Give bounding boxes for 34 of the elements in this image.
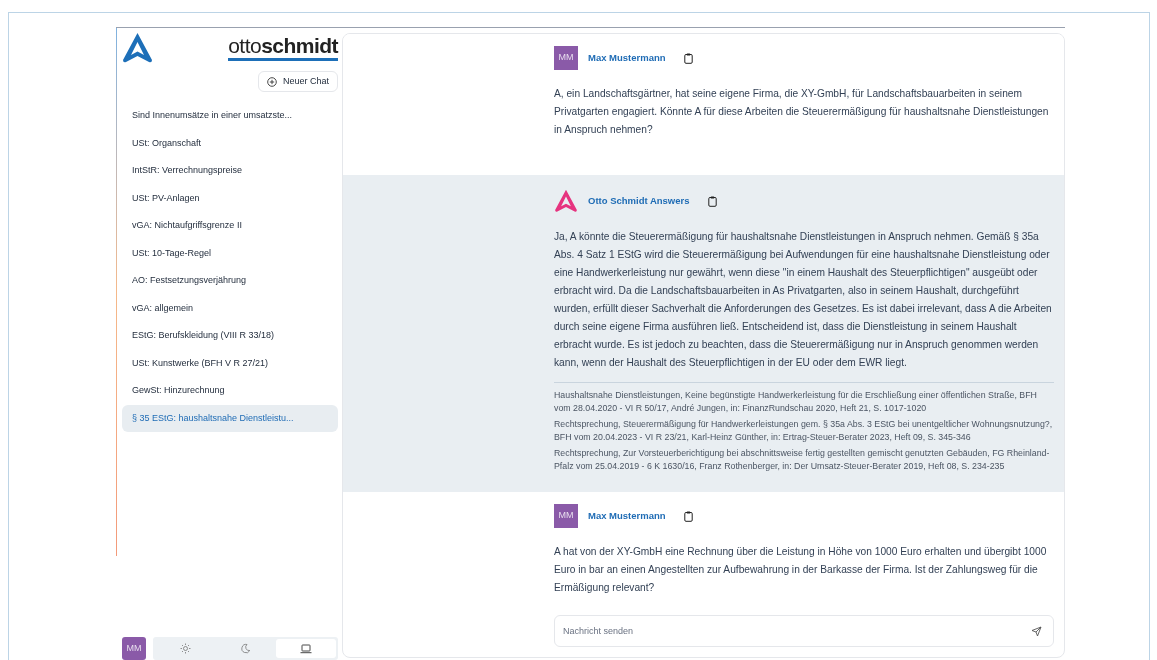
author-name: Max Mustermann xyxy=(588,50,666,65)
author-name: Max Mustermann xyxy=(588,508,666,523)
chat-history-item[interactable]: GewSt: Hinzurechnung xyxy=(122,377,338,405)
chat-history-item[interactable]: AO: Festsetzungsverjährung xyxy=(122,267,338,295)
chat-history-item[interactable]: USt: Kunstwerke (BFH V R 27/21) xyxy=(122,350,338,377)
chat-history-item[interactable]: § 35 EStG: haushaltsnahe Dienstleistu... xyxy=(122,405,338,432)
author-name: Otto Schmidt Answers xyxy=(588,193,690,208)
send-icon[interactable] xyxy=(1031,626,1042,637)
chat-history-item[interactable]: USt: Organschaft xyxy=(122,130,338,157)
source-citation[interactable]: Haushaltsnahe Dienstleistungen, Keine begünstigte Handwerkerleistung für die Erschließung einer öffentlichen Straße, BFH vom 28.04.2020 - VI R 50/17, André Jungen, in: FinanzRundschau 2020, Heft 21, S. 1017-1020 xyxy=(554,389,1054,414)
plus-circle-icon xyxy=(266,76,277,87)
brand-wordmark: ottoschmidt xyxy=(228,35,338,61)
chat-history-item[interactable]: vGA: Nichtaufgriffsgrenze II xyxy=(122,212,338,240)
source-citation[interactable]: Rechtsprechung, Steuerermäßigung für Handwerkerleistungen gem. § 35a Abs. 3 EStG bei unentgeltlicher Wohnungsnutzung?, BFH vom 20.04.2023 - VI R 23/21, Karl-Heinz Günther, in: Ertrag-Steuer-Berater 2023, Heft 09, S. 345-346 xyxy=(554,418,1054,443)
message-input[interactable]: Nachricht senden xyxy=(554,615,1054,647)
new-chat-button[interactable]: Neuer Chat xyxy=(257,71,338,92)
message-text: Ja, A könnte die Steuerermäßigung für haushaltsnahe Dienstleistungen in Anspruch nehmen. Gemäß § 35a Abs. 4 Satz 1 EStG wird die Steuerermäßigung bei Aufwendungen für eine haushaltsnahe Dienstleistung oder eine Handwerkerleistung nur gewährt, wenn diese "in einem Haushalt des Steuerpflichtigen" ausgeübt oder erbracht wird. Da die Landschaftsbauarbeiten in As Privatgarten, also in seinem Haushalt, durchgeführt wurden, erfüllt dieser Sachverhalt die Anforderungen des Gesetzes. Es ist dabei irrelevant, dass A die Arbeiten durch seine eigene Firma ausführen ließ. Entscheidend ist, dass die Dienstleistung in seinem Haushalt erbracht wurde. Es ist jedoch zu beachten, dass die Steuerermäßigung nur in Anspruch genommen werden kann, wenn der Haushalt des Steuerpflichtigen in der EU oder dem EWR liegt. xyxy=(554,230,1053,370)
clipboard-icon[interactable] xyxy=(683,52,693,64)
user-avatar[interactable]: MM xyxy=(122,637,146,660)
logo-icon xyxy=(554,189,578,213)
clipboard-icon[interactable] xyxy=(683,510,693,522)
chat-history-item[interactable]: USt: PV-Anlagen xyxy=(122,185,338,212)
message-text: A hat von der XY-GmbH eine Rechnung über die Leistung in Höhe von 1000 Euro erhalten und übergibt 1000 Euro in bar an einen Angestellten zur Aufbewahrung in der Barkasse der Firma. Ist der Zahlungsweg für die Ermäßigung relevant? xyxy=(554,545,1048,595)
chat-history-item[interactable]: Sind Innenumsätze in einer umsatzste... xyxy=(122,102,338,130)
chat-history-item[interactable]: IntStR: Verrechnungspreise xyxy=(122,157,338,185)
chat-history-item[interactable]: EStG: Berufskleidung (VIII R 33/18) xyxy=(122,322,338,350)
user-avatar: MM xyxy=(554,46,578,70)
chat-history-item[interactable]: vGA: allgemein xyxy=(122,295,338,322)
logo-icon xyxy=(122,32,153,64)
clipboard-icon[interactable] xyxy=(707,195,717,207)
message-text: A, ein Landschaftsgärtner, hat seine eigene Firma, die XY-GmbH, für Landschaftsbauarbeiten in seinem Privatgarten engagiert. Könnte A für diese Arbeiten die Steuerermäßigung für haushaltsnahe Dienstleistungen in Anspruch nehmen? xyxy=(554,87,1050,137)
user-avatar: MM xyxy=(554,504,578,528)
source-citation[interactable]: Rechtsprechung, Zur Vorsteuerberichtigung bei abschnittsweise fertig gestellten gemischt genutzten Gebäuden, FG Rheinland-Pfalz vom 25.04.2019 - 6 K 1630/16, Franz Rothenberger, in: Der Umsatz-Steuer-Berater 2019, Heft 08, S. 234-235 xyxy=(554,447,1054,472)
chat-history-item[interactable]: USt: 10-Tage-Regel xyxy=(122,240,338,267)
